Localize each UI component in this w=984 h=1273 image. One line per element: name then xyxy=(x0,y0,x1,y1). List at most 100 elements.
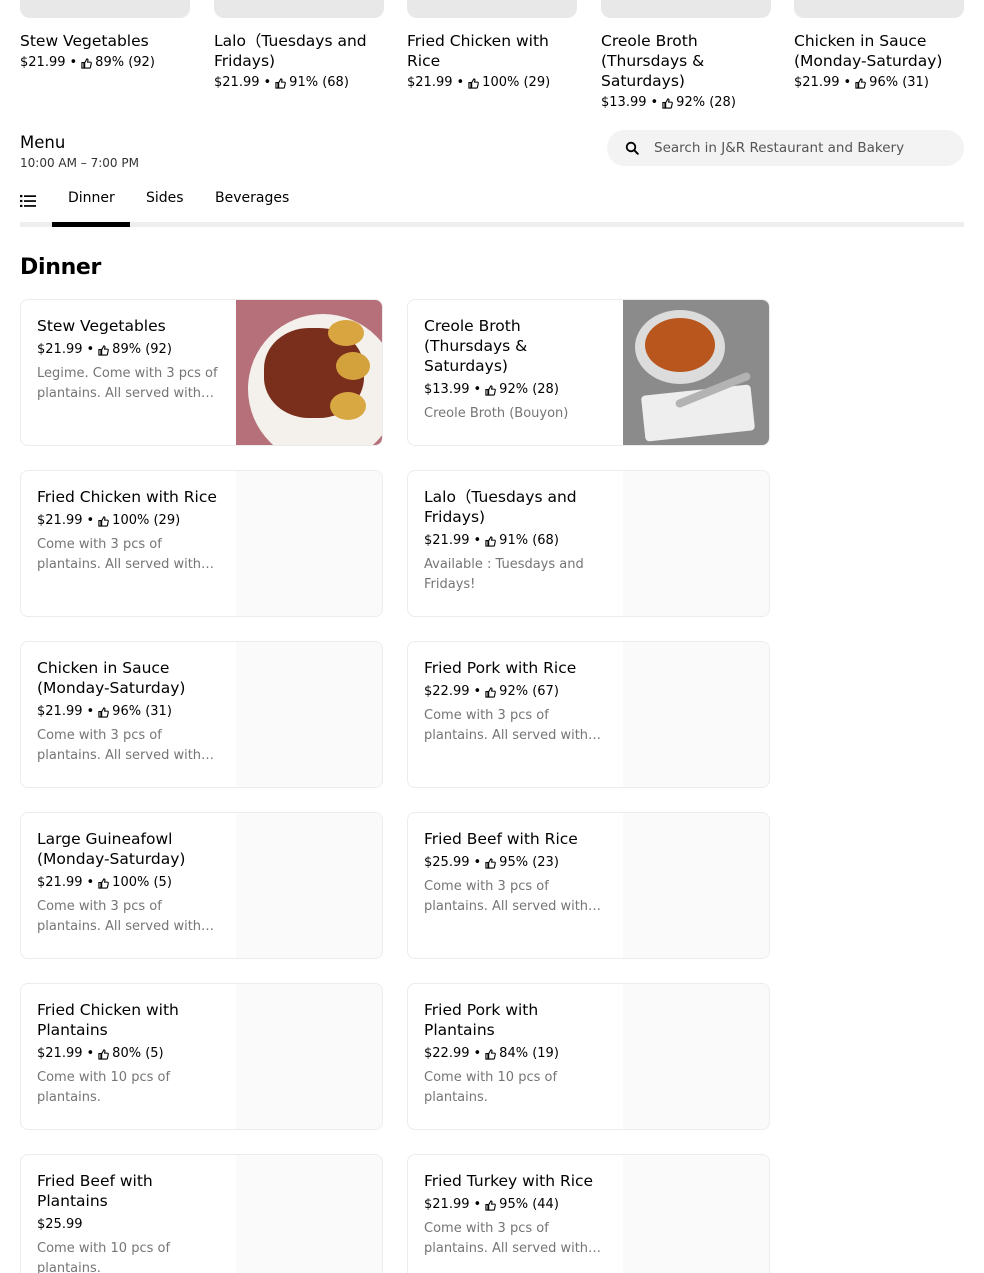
menu-item-meta: $21.99 • 89% (92) xyxy=(37,341,222,359)
menu-item-info: Fried Pork with Rice $22.99 • 92% (67) Com… xyxy=(424,658,609,746)
thumbs-up-icon xyxy=(485,1048,497,1060)
menu-item-name: Fried Chicken with Plantains xyxy=(37,1001,179,1039)
featured-item-image[interactable] xyxy=(407,0,577,18)
menu-item-price: $25.99 xyxy=(424,855,470,870)
menu-item-price: $21.99 xyxy=(424,533,470,548)
featured-item[interactable]: Chicken in Sauce (Monday-Saturday) $21.9… xyxy=(794,0,964,92)
menu-item-name: Fried Pork with Rice xyxy=(424,659,577,677)
featured-item-name: Lalo（Tuesdays and Fridays) xyxy=(214,32,367,70)
featured-item-image[interactable] xyxy=(214,0,384,18)
menu-item-meta: $21.99 • 80% (5) xyxy=(37,1045,222,1063)
menu-item-name: Creole Broth (Thursdays & Saturdays) xyxy=(424,317,528,375)
search-icon xyxy=(625,141,639,155)
featured-item[interactable]: Stew Vegetables $21.99 • 89% (92) xyxy=(20,0,190,72)
featured-item-rating: 91% (68) xyxy=(289,75,349,90)
menu-title: Menu xyxy=(20,133,66,152)
menu-item-photo xyxy=(236,984,382,1129)
featured-item-image[interactable] xyxy=(601,0,771,18)
menu-item-name: Fried Beef with Rice xyxy=(424,830,578,848)
featured-item[interactable]: Creole Broth (Thursdays & Saturdays) $13… xyxy=(601,0,771,112)
separator-dot: • xyxy=(86,513,95,528)
menu-item-rating: 84% (19) xyxy=(499,1046,559,1061)
menu-item-name: Fried Turkey with Rice xyxy=(424,1172,594,1190)
featured-item-meta: $21.99 • 89% (92) xyxy=(20,54,190,72)
featured-item-price: $21.99 xyxy=(20,55,66,70)
featured-item[interactable]: Lalo（Tuesdays and Fridays) $21.99 • 91% (6… xyxy=(214,0,384,92)
thumbs-up-icon xyxy=(855,77,867,89)
menu-item-description: Creole Broth (Bouyon) xyxy=(424,406,569,421)
menu-item-name: Fried Chicken with Rice xyxy=(37,488,217,506)
featured-item-rating: 89% (92) xyxy=(95,55,155,70)
menu-item-card[interactable]: Fried Pork with Rice $22.99 • 92% (67) Com… xyxy=(407,641,770,788)
featured-item-rating: 96% (31) xyxy=(869,75,929,90)
menu-item-card[interactable]: Lalo（Tuesdays and Fridays) $21.99 • 91% (6… xyxy=(407,470,770,617)
thumbs-up-icon xyxy=(485,1199,497,1211)
menu-item-price: $21.99 xyxy=(37,704,83,719)
menu-item-rating: 92% (28) xyxy=(499,382,559,397)
tab-dinner[interactable]: Dinner xyxy=(68,189,115,207)
thumbs-up-icon xyxy=(662,97,674,109)
menu-item-meta: $25.99 • 95% (23) xyxy=(424,854,609,872)
photo-plantain xyxy=(336,352,370,380)
menu-item-info: Fried Beef with Plantains $25.99 Come wi… xyxy=(37,1171,222,1273)
menu-item-card[interactable]: Fried Chicken with Plantains $21.99 • 80% … xyxy=(20,983,383,1130)
menu-item-info: Chicken in Sauce (Monday-Saturday) $21.9… xyxy=(37,658,222,766)
featured-item-meta: $13.99 • 92% (28) xyxy=(601,94,771,112)
featured-item-name: Chicken in Sauce (Monday-Saturday) xyxy=(794,32,943,70)
menu-item-card[interactable]: Fried Chicken with Rice $21.99 • 100% (29)… xyxy=(20,470,383,617)
menu-item-photo xyxy=(623,984,769,1129)
active-tab-indicator xyxy=(52,222,130,227)
menu-item-info: Fried Turkey with Rice $21.99 • 95% (44) C… xyxy=(424,1171,609,1259)
menu-item-rating: 95% (44) xyxy=(499,1197,559,1212)
thumbs-up-icon xyxy=(485,384,497,396)
thumbs-up-icon xyxy=(468,77,480,89)
featured-item[interactable]: Fried Chicken with Rice $21.99 • 100% (29) xyxy=(407,0,577,92)
menu-item-description: Come with 10 pcs of plantains. xyxy=(37,1070,171,1105)
featured-item-rating: 92% (28) xyxy=(676,95,736,110)
category-tabs: Dinner Sides Beverages xyxy=(20,186,964,227)
store-search-bar[interactable] xyxy=(607,130,964,166)
menu-item-rating: 92% (67) xyxy=(499,684,559,699)
menu-item-card[interactable]: Large Guineafowl (Monday-Saturday) $21.9… xyxy=(20,812,383,959)
search-input[interactable] xyxy=(654,140,944,156)
menu-item-name: Stew Vegetables xyxy=(37,317,166,335)
menu-item-card[interactable]: Fried Beef with Plantains $25.99 Come wi… xyxy=(20,1154,383,1273)
thumbs-up-icon xyxy=(485,686,497,698)
menu-item-photo xyxy=(623,1155,769,1273)
menu-item-info: Stew Vegetables $21.99 • 89% (92) Legime. … xyxy=(37,316,222,404)
menu-item-card[interactable]: Fried Pork with Plantains $22.99 • 84% (19… xyxy=(407,983,770,1130)
menu-item-rating: 80% (5) xyxy=(112,1046,164,1061)
thumbs-up-icon xyxy=(275,77,287,89)
featured-item-image[interactable] xyxy=(794,0,964,18)
menu-hours: 10:00 AM – 7:00 PM xyxy=(20,156,139,170)
menu-item-card[interactable]: Stew Vegetables $21.99 • 89% (92) Legime. … xyxy=(20,299,383,446)
menu-item-card[interactable]: Fried Beef with Rice $25.99 • 95% (23) Com… xyxy=(407,812,770,959)
menu-item-info: Fried Chicken with Plantains $21.99 • 80% … xyxy=(37,1000,222,1108)
category-list-icon[interactable] xyxy=(20,193,36,209)
menu-item-card[interactable]: Creole Broth (Thursdays & Saturdays) $13… xyxy=(407,299,770,446)
separator-dot: • xyxy=(843,75,852,90)
menu-item-card[interactable]: Chicken in Sauce (Monday-Saturday) $21.9… xyxy=(20,641,383,788)
photo-plantain xyxy=(328,320,364,346)
menu-item-photo xyxy=(623,642,769,787)
separator-dot: • xyxy=(473,533,482,548)
menu-item-info: Creole Broth (Thursdays & Saturdays) $13… xyxy=(424,316,609,424)
menu-item-meta: $21.99 • 91% (68) xyxy=(424,532,609,550)
menu-item-description: Come with 10 pcs of plantains. xyxy=(424,1070,558,1105)
menu-item-card[interactable]: Fried Turkey with Rice $21.99 • 95% (44) C… xyxy=(407,1154,770,1273)
tab-beverages[interactable]: Beverages xyxy=(215,189,289,207)
menu-item-info: Fried Beef with Rice $25.99 • 95% (23) Com… xyxy=(424,829,609,917)
separator-dot: • xyxy=(69,55,78,70)
featured-item-image[interactable] xyxy=(20,0,190,18)
menu-item-description: Come with 3 pcs of plantains. All served… xyxy=(37,899,202,934)
menu-item-photo xyxy=(236,300,382,445)
menu-item-meta: $22.99 • 92% (67) xyxy=(424,683,609,701)
menu-item-photo xyxy=(236,1155,382,1273)
featured-item-rating: 100% (29) xyxy=(482,75,551,90)
menu-item-photo xyxy=(623,813,769,958)
featured-item-price: $21.99 xyxy=(214,75,260,90)
menu-item-rating: 100% (29) xyxy=(112,513,181,528)
tab-sides[interactable]: Sides xyxy=(146,189,184,207)
menu-item-info: Fried Pork with Plantains $22.99 • 84% (19… xyxy=(424,1000,609,1108)
menu-item-photo xyxy=(236,471,382,616)
